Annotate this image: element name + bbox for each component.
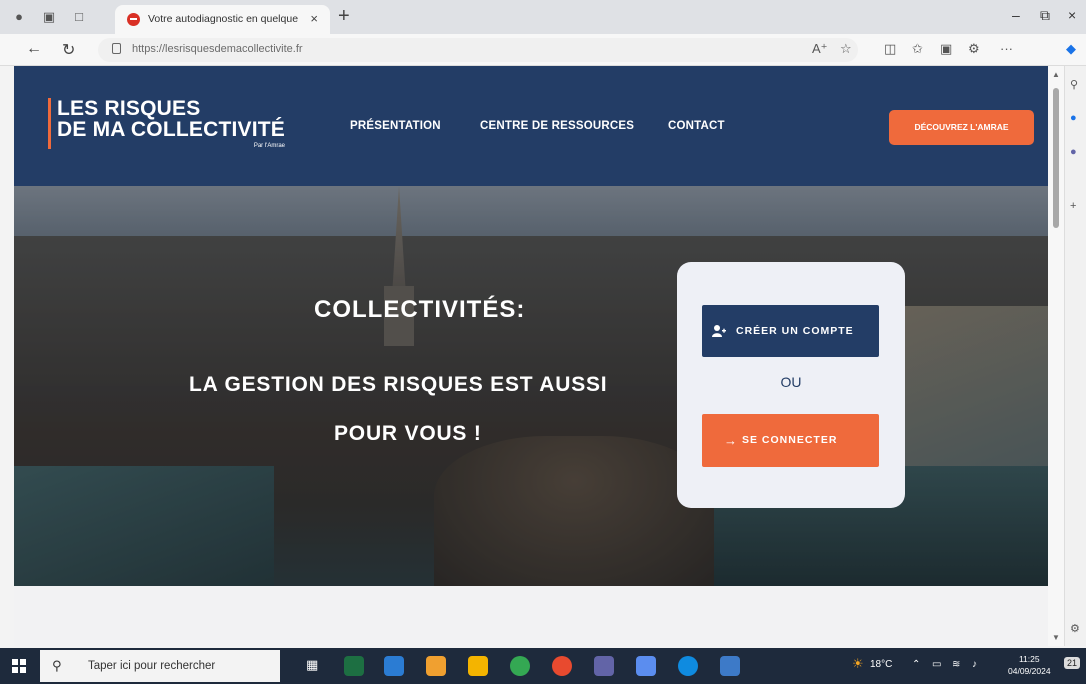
teams-icon[interactable] (594, 656, 614, 676)
app-red-icon[interactable] (552, 656, 572, 676)
create-account-label: CRÉER UN COMPTE (736, 325, 854, 337)
arrow-right-icon: → (724, 433, 738, 448)
login-label: SE CONNECTER (742, 434, 838, 446)
minimize-icon[interactable]: – (1012, 7, 1020, 23)
weather-temperature[interactable]: 18°C (870, 659, 892, 670)
scroll-down-icon[interactable]: ▼ (1052, 633, 1060, 642)
edge-sidebar: ⚲ ● ● + ⚙ (1064, 66, 1086, 646)
url-host: https://lesrisquesdemacollectivite (132, 43, 293, 55)
taskbar-search-placeholder: Taper ici pour rechercher (88, 660, 216, 672)
scrollbar-thumb[interactable] (1053, 88, 1059, 228)
close-window-icon[interactable]: × (1068, 7, 1076, 23)
lock-icon (112, 43, 121, 54)
address-bar-row: ← ↻ https://lesrisquesdemacollectivite.f… (0, 34, 1086, 66)
site-favicon-icon (127, 13, 140, 26)
extensions-icon[interactable]: ⚙ (968, 41, 980, 57)
search-icon: ⚲ (52, 658, 62, 673)
login-button[interactable]: → SE CONNECTER (702, 414, 879, 467)
favorites-icon[interactable]: ✩ (912, 41, 923, 57)
workspaces-icon[interactable]: ▣ (40, 8, 58, 26)
favorite-star-icon[interactable]: ☆ (840, 41, 852, 57)
site-header: LES RISQUES DE MA COLLECTIVITÉ Par l'Amr… (14, 66, 1048, 186)
discover-amrae-button[interactable]: DÉCOUVREZ L'AMRAE (889, 110, 1034, 145)
sidebar-add-icon[interactable]: + (1070, 200, 1076, 212)
hero-subheading-line1: LA GESTION DES RISQUES EST AUSSI (189, 373, 608, 396)
sidebar-search-icon[interactable]: ⚲ (1070, 78, 1078, 91)
taskbar-search-box[interactable]: ⚲ Taper ici pour rechercher (40, 650, 280, 682)
add-user-icon (712, 325, 726, 337)
account-card: CRÉER UN COMPTE OU → SE CONNECTER (677, 262, 905, 508)
mail-icon[interactable] (384, 656, 404, 676)
nav-contact[interactable]: CONTACT (668, 120, 725, 132)
nav-resource-center[interactable]: CENTRE DE RESSOURCES (480, 120, 634, 132)
edge-icon[interactable] (678, 656, 698, 676)
back-icon[interactable]: ← (26, 40, 42, 58)
split-screen-icon[interactable]: ◫ (884, 41, 896, 57)
shield-app-icon[interactable] (636, 656, 656, 676)
web-page: LES RISQUES DE MA COLLECTIVITÉ Par l'Amr… (14, 66, 1048, 646)
browser-tab-bar: ● ▣ □ Votre autodiagnostic en quelque × … (0, 0, 1086, 34)
url-field[interactable]: https://lesrisquesdemacollectivite.fr (98, 38, 858, 62)
restore-icon[interactable]: ⧉ (1040, 7, 1050, 24)
hero-heading: COLLECTIVITÉS: (314, 296, 526, 323)
site-logo[interactable]: LES RISQUES DE MA COLLECTIVITÉ Par l'Amr… (48, 98, 285, 149)
close-tab-icon[interactable]: × (310, 11, 318, 26)
windows-taskbar: ⚲ Taper ici pour rechercher ▦ ☀ 18°C ⌃ ▭… (0, 648, 1086, 684)
url-tld: .fr (292, 43, 303, 55)
sidebar-teams-icon[interactable]: ● (1070, 146, 1077, 158)
notification-badge[interactable]: 21 (1064, 657, 1081, 669)
file-explorer-icon[interactable] (468, 656, 488, 676)
read-aloud-icon[interactable]: A⁺ (812, 41, 828, 57)
notepad-icon[interactable] (720, 656, 740, 676)
tab-actions-icon[interactable]: □ (70, 8, 88, 26)
nav-presentation[interactable]: PRÉSENTATION (350, 120, 441, 132)
taskbar-clock[interactable]: 11:25 04/09/2024 (1008, 653, 1051, 677)
collections-icon[interactable]: ▣ (940, 41, 952, 57)
profile-icon[interactable]: ● (10, 8, 28, 26)
task-view-icon[interactable]: ▦ (306, 657, 318, 673)
clock-date: 04/09/2024 (1008, 666, 1051, 676)
logo-line-1: LES RISQUES (57, 97, 201, 120)
hero-subheading-line2: POUR VOUS ! (334, 422, 482, 445)
volume-icon[interactable]: ♪ (972, 659, 977, 670)
copilot-icon[interactable]: ◆ (1066, 41, 1076, 57)
weather-icon[interactable]: ☀ (852, 656, 864, 672)
or-separator: OU (780, 374, 802, 390)
browser-tab[interactable]: Votre autodiagnostic en quelque × (115, 5, 330, 34)
logo-byline: Par l'Amrae (253, 143, 285, 149)
tray-chevron-icon[interactable]: ⌃ (912, 659, 920, 670)
battery-icon[interactable]: ▭ (932, 659, 941, 670)
outlook-icon[interactable] (426, 656, 446, 676)
clock-time: 11:25 (1018, 654, 1040, 664)
wifi-icon[interactable]: ≋ (952, 659, 960, 670)
tab-title: Votre autodiagnostic en quelque (148, 13, 298, 25)
new-tab-icon[interactable]: + (338, 5, 350, 28)
excel-icon[interactable] (344, 656, 364, 676)
windows-start-icon[interactable] (12, 659, 26, 673)
scroll-up-icon[interactable]: ▲ (1052, 70, 1060, 79)
chrome-icon[interactable] (510, 656, 530, 676)
create-account-button[interactable]: CRÉER UN COMPTE (702, 305, 879, 357)
refresh-icon[interactable]: ↻ (62, 40, 75, 60)
sidebar-settings-icon[interactable]: ⚙ (1070, 622, 1080, 635)
hero-banner: COLLECTIVITÉS: LA GESTION DES RISQUES ES… (14, 186, 1048, 586)
sidebar-outlook-icon[interactable]: ● (1070, 112, 1077, 124)
url-text: https://lesrisquesdemacollectivite.fr (132, 43, 303, 55)
more-menu-icon[interactable]: ··· (1000, 41, 1013, 56)
logo-line-2: DE MA COLLECTIVITÉ (57, 118, 285, 141)
page-scrollbar[interactable]: ▲ ▼ (1048, 66, 1064, 646)
